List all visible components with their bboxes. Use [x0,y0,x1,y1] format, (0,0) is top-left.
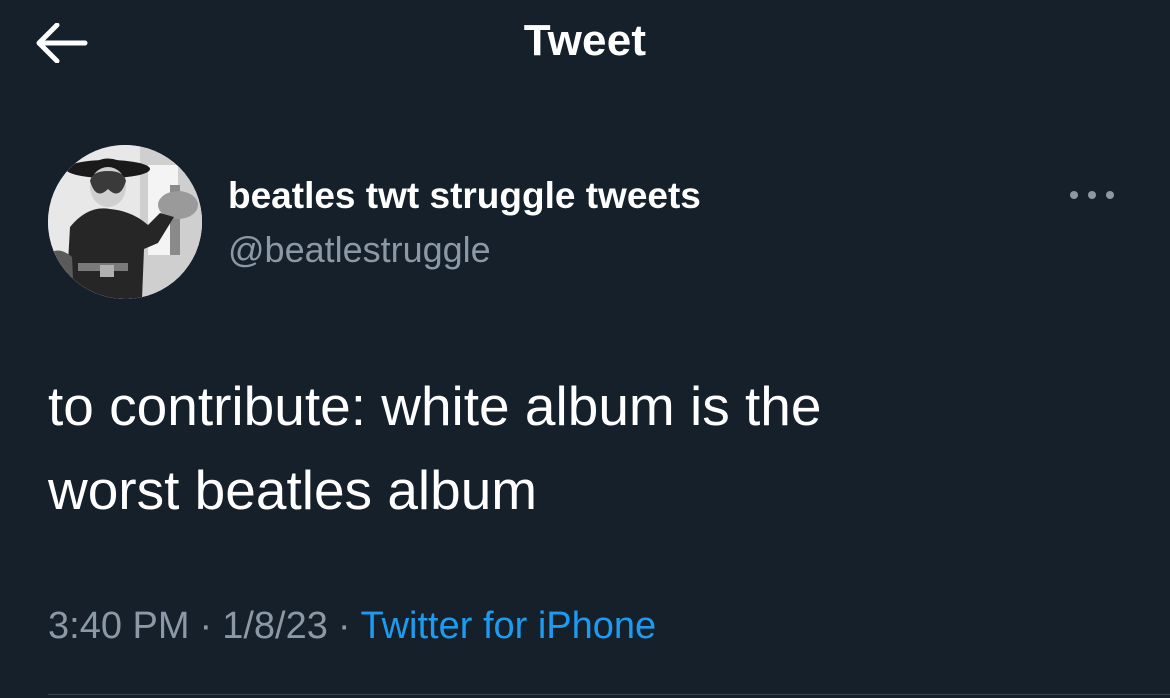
tweet-text: to contribute: white album is the worst … [48,364,1108,532]
tweet-date: 1/8/23 [222,605,328,647]
author-name[interactable]: beatles twt struggle tweets [228,175,701,217]
divider [48,694,1170,695]
tweet-source-link[interactable]: Twitter for iPhone [361,605,657,647]
tweet-text-line: worst beatles album [48,459,538,521]
more-horizontal-icon [1070,191,1114,199]
more-options-button[interactable] [1056,175,1128,215]
tweet-metadata: 3:40 PM · 1/8/23 · Twitter for iPhone [48,605,656,648]
top-bar: Tweet [0,0,1170,90]
profile-photo [48,145,202,299]
separator: · [337,605,351,647]
avatar[interactable] [48,145,202,299]
tweet-time: 3:40 PM [48,605,190,647]
author-handle[interactable]: @beatlestruggle [228,229,491,271]
tweet-text-line: to contribute: white album is the [48,375,822,437]
separator: · [199,605,213,647]
tweet-author: beatles twt struggle tweets @beatlestrug… [48,145,1128,305]
page-title: Tweet [523,16,647,65]
